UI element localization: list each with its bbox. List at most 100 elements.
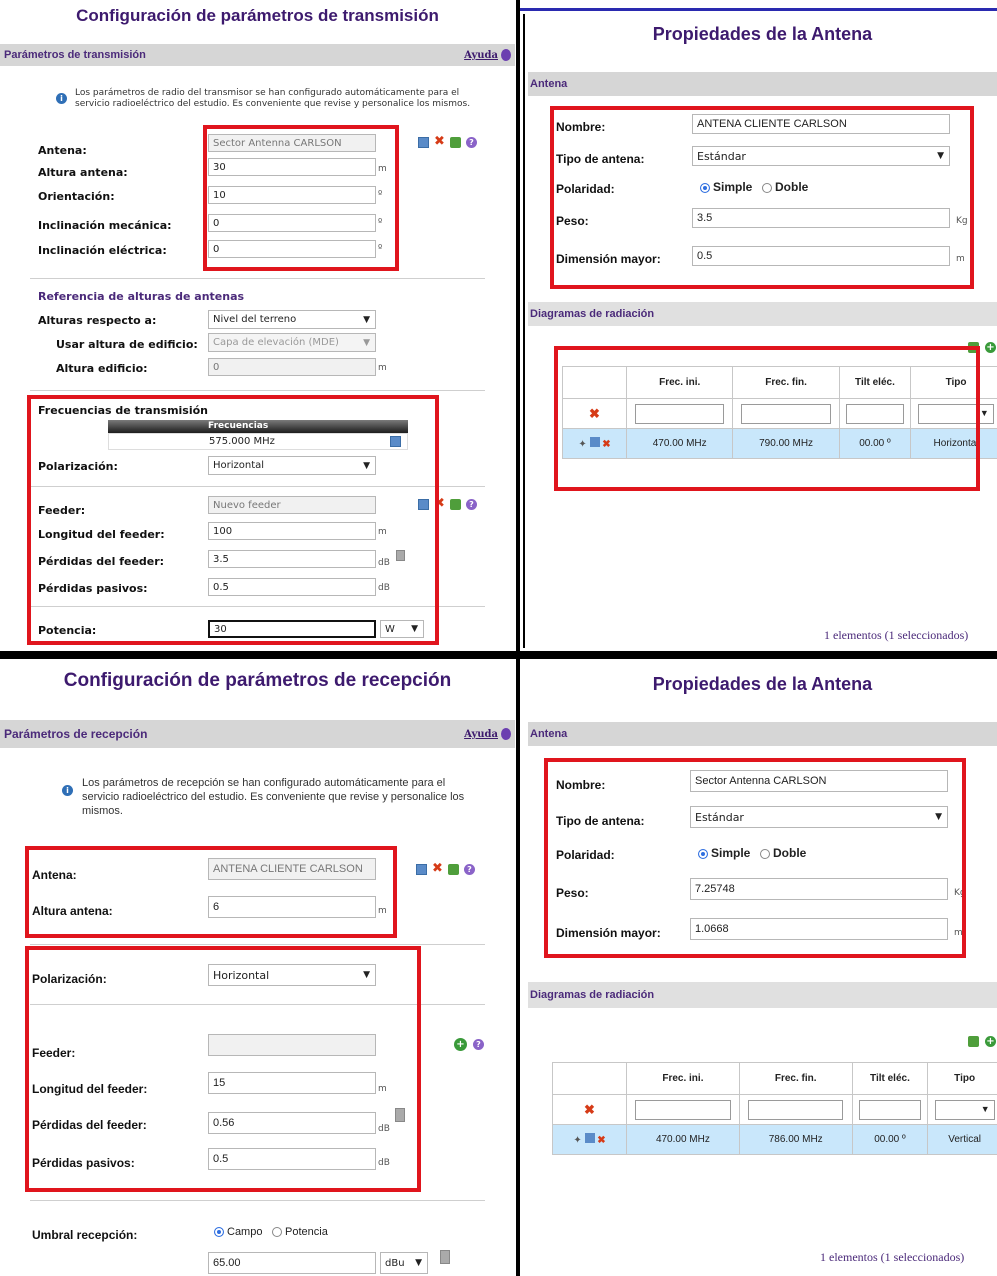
- rx-highlight-antena: [25, 846, 397, 938]
- delete-icon[interactable]: ✖: [584, 1102, 595, 1117]
- add-icon[interactable]: [450, 499, 461, 510]
- tx-highlight-feeder: [27, 395, 439, 645]
- rx-umbral-campo-label: Campo: [227, 1226, 263, 1238]
- rx-umbral-unit-select[interactable]: dBu ▼: [380, 1252, 428, 1274]
- delete-icon[interactable]: ✖: [597, 1135, 605, 1146]
- table-header: Tipo: [927, 1062, 997, 1095]
- tx-note: Los parámetros de radio del transmisor s…: [75, 88, 471, 109]
- cell-frec-ini: 470.00 MHz: [626, 1124, 740, 1155]
- tx-usar-value: Capa de elevación (MDE): [213, 337, 339, 348]
- ant2-highlight: [544, 758, 966, 958]
- divider: [30, 278, 485, 279]
- help-icon: [501, 49, 511, 61]
- vertical-divider-right: [523, 14, 525, 648]
- table-header: Tilt eléc.: [851, 1062, 929, 1095]
- tx-alturas-select[interactable]: Nivel del terreno ▼: [208, 310, 376, 329]
- add-icon[interactable]: [448, 864, 459, 875]
- info-icon: i: [62, 785, 73, 796]
- tx-incmec-label: Inclinación mecánica:: [38, 219, 172, 232]
- chevron-down-icon: ▼: [415, 1258, 422, 1268]
- calculator-icon[interactable]: [440, 1250, 450, 1264]
- rx-umbral-potencia[interactable]: Potencia: [272, 1226, 328, 1238]
- ant1-page-title: Propiedades de la Antena: [652, 24, 873, 44]
- rx-umbral-input[interactable]: 65.00: [208, 1252, 376, 1274]
- vertical-divider: [516, 0, 520, 1276]
- add-icon[interactable]: [450, 137, 461, 148]
- delete-icon[interactable]: ✖: [432, 861, 443, 876]
- help-circle-icon[interactable]: ?: [466, 499, 477, 510]
- rx-help-link[interactable]: Ayuda: [464, 728, 511, 740]
- filter-cell[interactable]: ▼: [927, 1094, 997, 1125]
- delete-icon[interactable]: ✖: [434, 134, 445, 149]
- table-row[interactable]: ✦ ✖ 470.00 MHz 786.00 MHz 00.00 º Vertic…: [552, 1124, 997, 1155]
- ant2-section-bar: Antena: [528, 722, 997, 746]
- radio-icon: [272, 1227, 282, 1238]
- ant2-footer: 1 elementos (1 seleccionados): [820, 1250, 965, 1264]
- tx-highlight-antena: [203, 125, 399, 271]
- filter-input[interactable]: [748, 1099, 844, 1120]
- cell-frec-fin: 786.00 MHz: [738, 1124, 853, 1155]
- plus-icon[interactable]: +: [985, 342, 996, 353]
- help-icon: [501, 728, 511, 740]
- filter-cell[interactable]: [851, 1094, 929, 1125]
- ant1-footer: 1 elementos (1 seleccionados): [824, 628, 969, 642]
- filter-input[interactable]: [859, 1099, 921, 1120]
- plus-icon[interactable]: +: [454, 1038, 467, 1051]
- tx-usar-label: Usar altura de edificio:: [56, 338, 198, 351]
- rx-section-bar: Parámetros de recepción Ayuda: [0, 720, 515, 748]
- plus-icon[interactable]: +: [985, 1036, 996, 1047]
- tx-edif-input[interactable]: 0: [208, 358, 376, 376]
- table-icon[interactable]: [584, 1133, 595, 1143]
- filter-select[interactable]: ▼: [934, 1099, 995, 1120]
- ant2-page-title: Propiedades de la Antena: [652, 674, 873, 694]
- ant1-section-bar: Antena: [528, 72, 997, 96]
- cell-tipo: Vertical: [927, 1124, 997, 1155]
- tx-alturas-label: Alturas respecto a:: [38, 314, 157, 327]
- row-actions: ✦ ✖: [552, 1124, 627, 1155]
- tx-antena-label: Antena:: [38, 144, 87, 157]
- tx-help-link[interactable]: Ayuda: [464, 49, 511, 61]
- chevron-down-icon: ▼: [979, 407, 989, 418]
- ant2-diag-table: Frec. ini. Frec. fin. Tilt eléc. Tipo ✖ …: [552, 1062, 997, 1155]
- filter-cell[interactable]: [626, 1094, 740, 1125]
- rx-umbral-campo[interactable]: Campo: [214, 1226, 262, 1238]
- ant2-section-title: Antena: [530, 728, 568, 740]
- divider: [30, 944, 485, 945]
- rx-section-title: Parámetros de recepción: [4, 727, 148, 741]
- help-circle-icon[interactable]: ?: [466, 137, 477, 148]
- rx-note: Los parámetros de recepción se han confi…: [82, 777, 465, 817]
- help-circle-icon[interactable]: ?: [464, 864, 475, 875]
- table-icon[interactable]: [418, 137, 429, 148]
- rx-umbral-label: Umbral recepción:: [32, 1228, 138, 1242]
- tx-section-bar: Parámetros de transmisión Ayuda: [0, 44, 515, 66]
- chevron-down-icon: ▼: [363, 314, 370, 325]
- ant1-table-highlight: [554, 346, 980, 491]
- divider: [30, 390, 485, 391]
- rx-page-title: Configuración de parámetros de recepción: [63, 670, 452, 691]
- tx-help-label: Ayuda: [464, 49, 498, 61]
- tx-alturas-value: Nivel del terreno: [213, 314, 297, 325]
- cell-tilt: 00.00 º: [851, 1124, 929, 1155]
- tx-altura-label: Altura antena:: [38, 166, 128, 179]
- filter-clear-cell[interactable]: ✖: [552, 1094, 627, 1125]
- diagram-icon[interactable]: ✦: [573, 1135, 581, 1146]
- ant1-highlight: [550, 106, 974, 289]
- tx-page-title: Configuración de parámetros de transmisi…: [76, 6, 439, 25]
- help-circle-icon[interactable]: ?: [473, 1039, 484, 1050]
- table-header: Frec. ini.: [626, 1062, 740, 1095]
- rx-umbral-unit-value: dBu: [385, 1257, 405, 1269]
- rx-help-label: Ayuda: [464, 728, 498, 740]
- divider: [30, 1200, 485, 1201]
- table-icon[interactable]: [416, 864, 427, 875]
- antenna1-panel: Propiedades de la Antena Antena Nombre: …: [528, 10, 997, 650]
- tx-usar-select[interactable]: Capa de elevación (MDE) ▼: [208, 333, 376, 352]
- rx-panel: Configuración de parámetros de recepción…: [0, 660, 515, 1276]
- filter-input[interactable]: [635, 1099, 731, 1120]
- ant1-diag-title: Diagramas de radiación: [530, 308, 655, 320]
- add-diagram-icon[interactable]: [968, 1036, 979, 1047]
- tx-edif-label: Altura edificio:: [56, 362, 148, 375]
- ant2-diag-title: Diagramas de radiación: [530, 989, 655, 1001]
- filter-cell[interactable]: [738, 1094, 853, 1125]
- table-header: Frec. fin.: [738, 1062, 853, 1095]
- tx-edif-unit: m: [378, 363, 387, 373]
